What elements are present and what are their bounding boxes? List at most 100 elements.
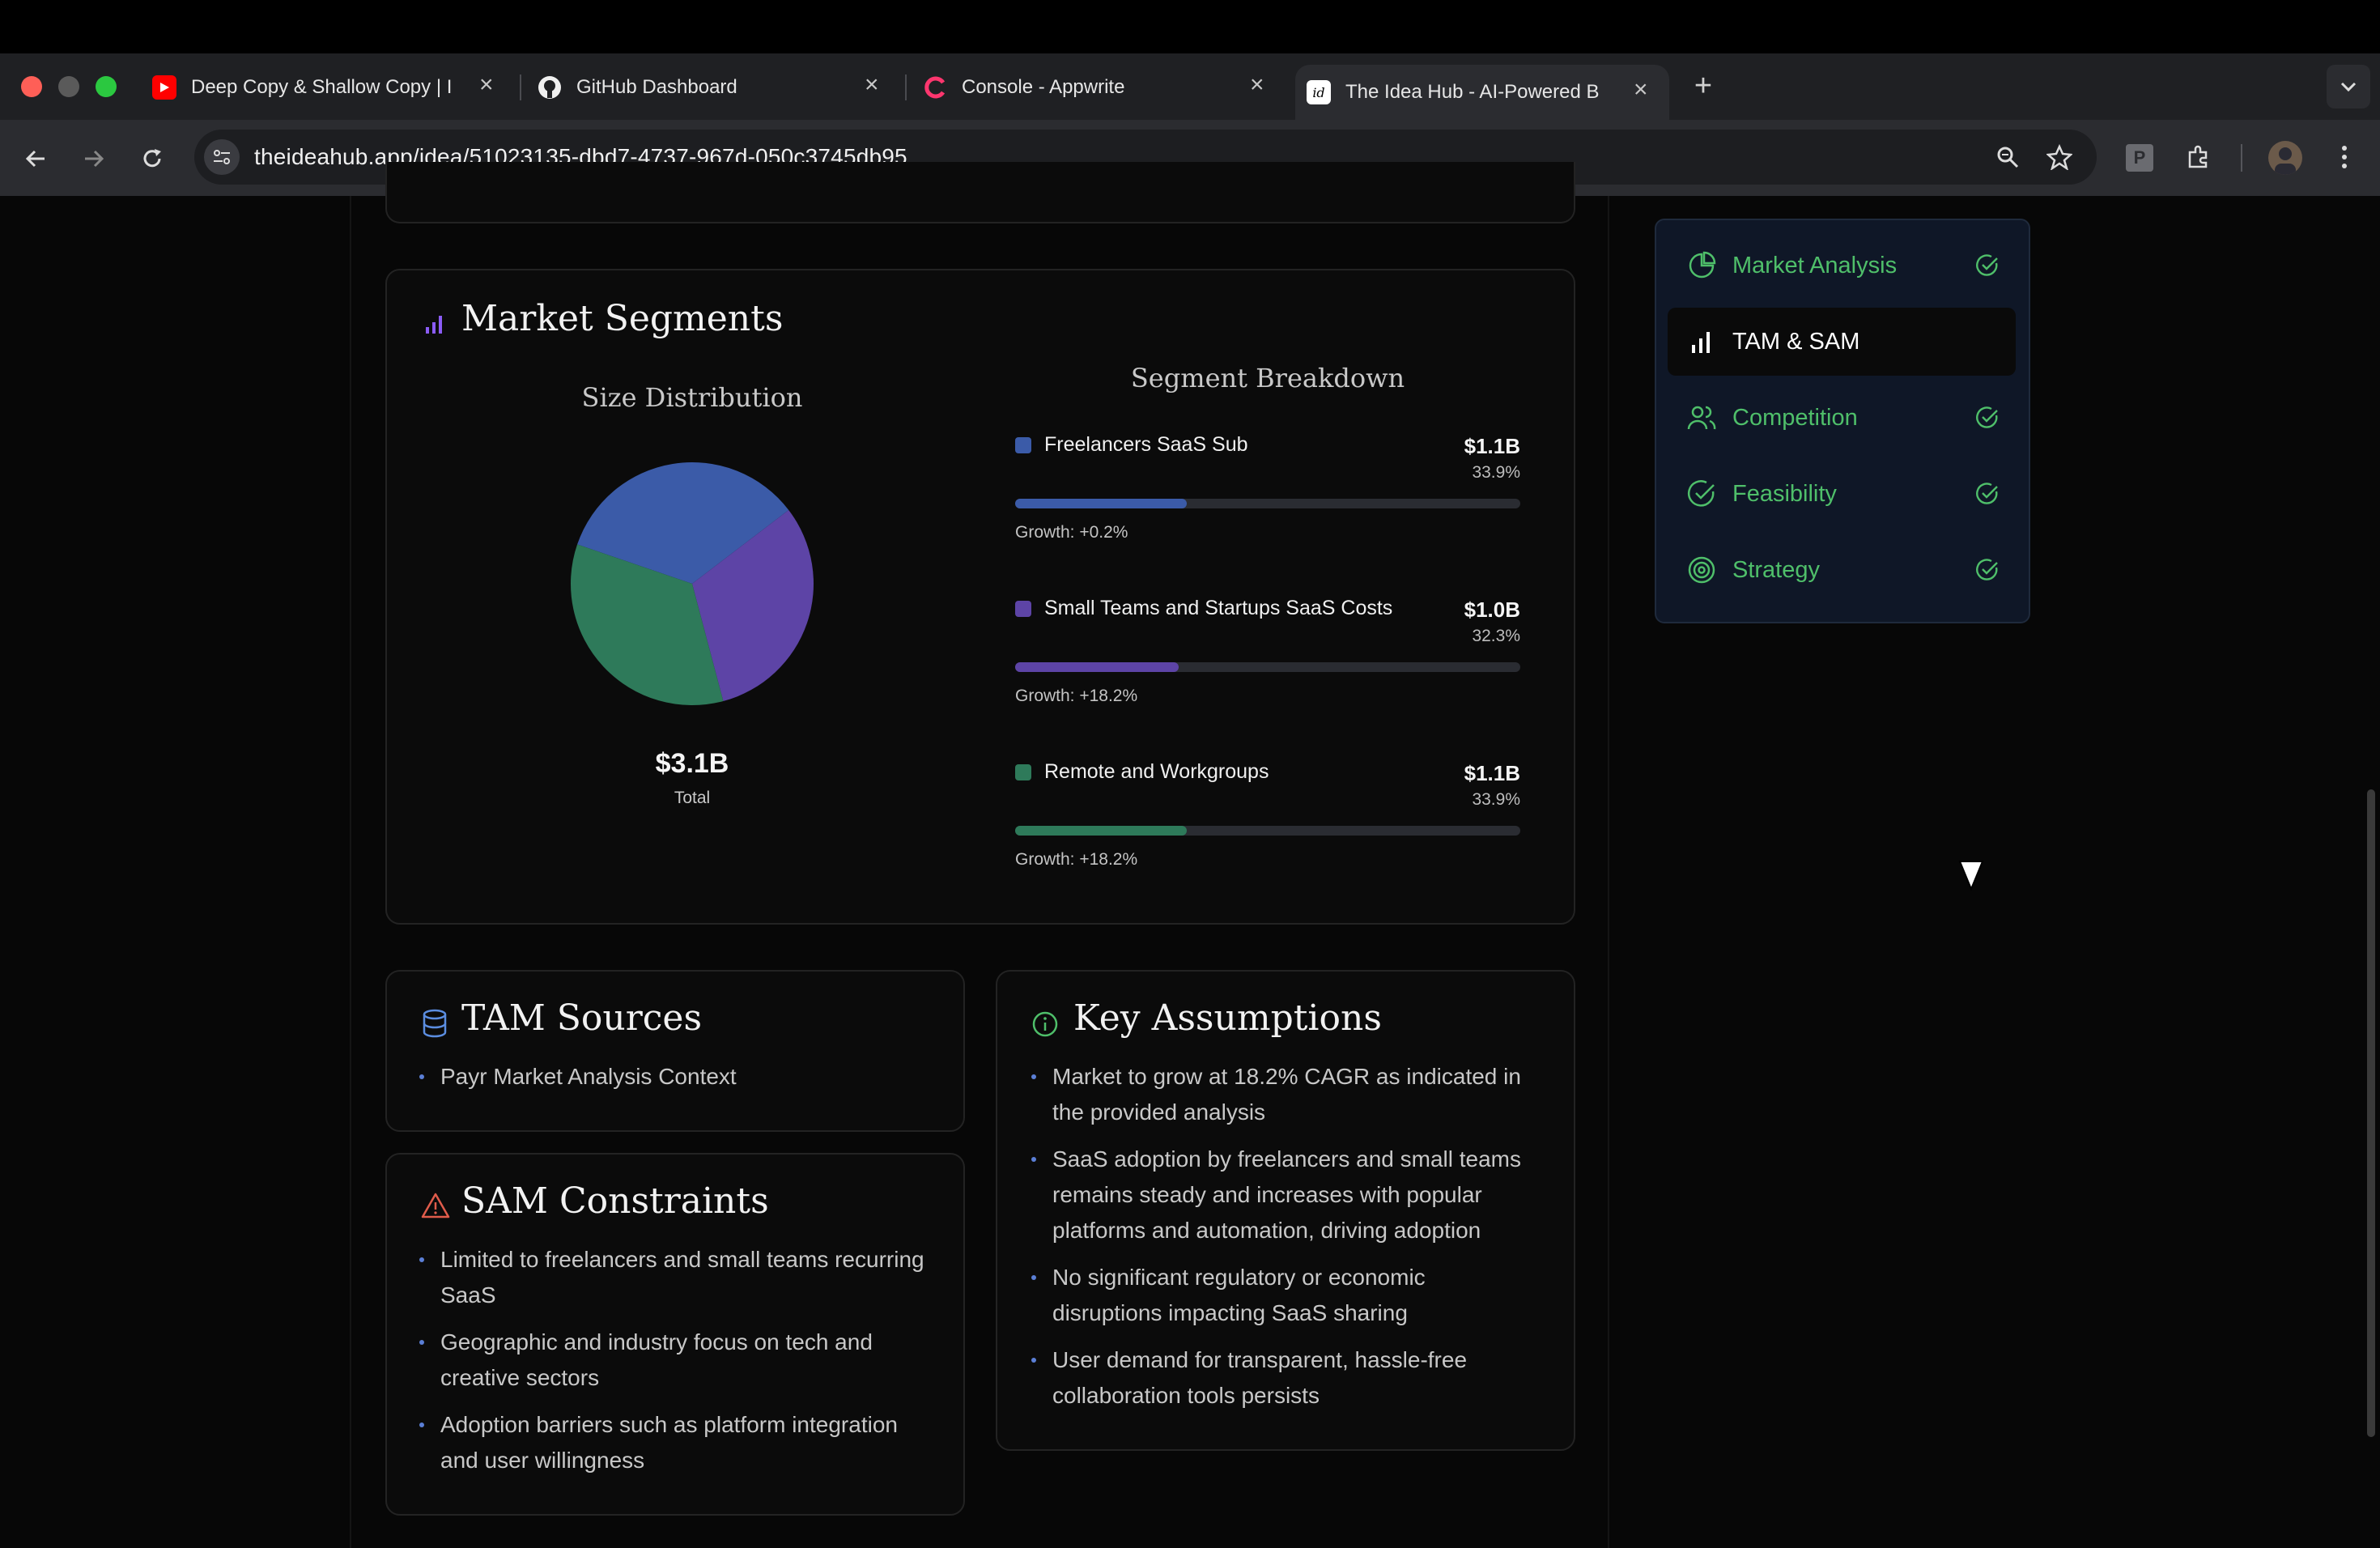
segment-color-dot	[1015, 437, 1031, 453]
list-item: Payr Market Analysis Context	[418, 1059, 936, 1095]
bookmark-star-icon[interactable]	[2043, 141, 2076, 173]
nav-item-market-analysis[interactable]: Market Analysis	[1668, 232, 2016, 300]
content-divider	[1608, 196, 1609, 1548]
nav-label: Feasibility	[1732, 480, 1837, 507]
nav-item-feasibility[interactable]: Feasibility	[1668, 460, 2016, 528]
previous-card	[385, 162, 1575, 223]
segment-bar	[1015, 662, 1520, 672]
segment-percent: 33.9%	[1472, 463, 1520, 482]
pie-chart-icon	[1689, 251, 1716, 279]
warning-triangle-icon	[421, 1192, 450, 1219]
tab-idea-hub[interactable]: id The Idea Hub - AI-Powered B ×	[1295, 65, 1669, 120]
list-item: Geographic and industry focus on tech an…	[418, 1325, 936, 1396]
back-icon[interactable]	[19, 142, 52, 175]
check-circle-icon	[1976, 559, 1998, 580]
nav-item-strategy[interactable]: Strategy	[1668, 536, 2016, 604]
close-tab-icon[interactable]: ×	[479, 71, 494, 99]
tab-title: Console - Appwrite	[962, 76, 1125, 98]
sam-constraints-title: SAM Constraints	[461, 1180, 769, 1222]
github-icon	[538, 75, 562, 100]
list-item: Limited to freelancers and small teams r…	[418, 1242, 936, 1313]
info-icon	[1031, 1010, 1059, 1038]
check-circle-icon	[1976, 254, 1998, 276]
maximize-window-button[interactable]	[96, 76, 117, 97]
check-circle-icon	[1976, 483, 1998, 504]
new-tab-icon[interactable]: +	[1687, 69, 1719, 103]
list-item: User demand for transparent, hassle-free…	[1030, 1342, 1532, 1414]
total-value: $3.1B	[655, 748, 729, 779]
segment-growth: Growth: +0.2%	[1015, 523, 1128, 542]
users-icon	[1687, 406, 1716, 430]
minimize-window-button[interactable]	[58, 76, 79, 97]
tab-title: The Idea Hub - AI-Powered B	[1345, 81, 1600, 103]
target-icon	[1688, 556, 1715, 584]
list-item: SaaS adoption by freelancers and small t…	[1030, 1142, 1532, 1248]
sam-constraints-list: Limited to freelancers and small teams r…	[418, 1242, 936, 1490]
window-top-bar	[0, 0, 2380, 53]
segment-color-dot	[1015, 764, 1031, 780]
size-distribution-label: Size Distribution	[581, 382, 803, 413]
zoom-icon[interactable]	[1991, 141, 2024, 173]
close-tab-icon[interactable]: ×	[1250, 71, 1264, 99]
extensions-puzzle-icon[interactable]	[2182, 141, 2215, 173]
close-tab-icon[interactable]: ×	[1634, 76, 1648, 104]
extension-p-icon[interactable]: P	[2126, 144, 2153, 172]
check-circle-icon	[1976, 406, 1998, 428]
market-segments-title: Market Segments	[461, 298, 784, 339]
nav-label: Strategy	[1732, 556, 1820, 583]
forward-icon[interactable]	[78, 142, 110, 175]
close-window-button[interactable]	[21, 76, 42, 97]
key-assumptions-title: Key Assumptions	[1073, 997, 1382, 1039]
tab-divider	[520, 74, 521, 100]
list-item: Adoption barriers such as platform integ…	[418, 1407, 936, 1478]
reload-icon[interactable]	[136, 142, 168, 175]
tab-appwrite[interactable]: Console - Appwrite ×	[923, 65, 1271, 110]
segment-value: $1.1B	[1464, 434, 1520, 458]
segment-name: Small Teams and Startups SaaS Costs	[1044, 597, 1393, 619]
segment-bar	[1015, 826, 1520, 836]
segment-name: Freelancers SaaS Sub	[1044, 433, 1248, 456]
segment-name: Remote and Workgroups	[1044, 760, 1269, 783]
idea-hub-icon: id	[1307, 80, 1331, 104]
tam-sources-list: Payr Market Analysis Context	[418, 1059, 936, 1106]
segment-value: $1.1B	[1464, 761, 1520, 785]
tam-sources-card	[385, 970, 965, 1132]
close-tab-icon[interactable]: ×	[865, 71, 879, 99]
tab-title: GitHub Dashboard	[576, 76, 737, 98]
database-icon	[421, 1009, 448, 1038]
bar-chart-icon	[1692, 332, 1710, 353]
segment-percent: 33.9%	[1472, 790, 1520, 809]
segment-bar-fill	[1015, 826, 1187, 836]
page-scrollbar[interactable]	[2367, 789, 2375, 1437]
segment-percent: 32.3%	[1472, 627, 1520, 645]
tab-search-icon[interactable]	[2327, 65, 2370, 108]
check-circle-icon	[1688, 480, 1715, 507]
profile-avatar-icon[interactable]	[2268, 141, 2302, 175]
key-assumptions-list: Market to grow at 18.2% CAGR as indicate…	[1030, 1059, 1532, 1425]
nav-item-tam-sam[interactable]: TAM & SAM	[1668, 308, 2016, 376]
nav-item-competition[interactable]: Competition	[1668, 384, 2016, 452]
segment-growth: Growth: +18.2%	[1015, 850, 1138, 869]
segment-bar-fill	[1015, 499, 1187, 508]
tam-sources-title: TAM Sources	[461, 997, 703, 1039]
segment-bar	[1015, 499, 1520, 508]
tab-divider	[905, 74, 907, 100]
mouse-cursor-icon	[1957, 860, 1985, 892]
list-item: Market to grow at 18.2% CAGR as indicate…	[1030, 1059, 1532, 1130]
tab-title: Deep Copy & Shallow Copy | I	[191, 76, 453, 98]
list-item: No significant regulatory or economic di…	[1030, 1260, 1532, 1331]
toolbar-divider	[2241, 144, 2242, 172]
content-divider	[350, 196, 351, 1548]
size-distribution-pie-chart	[571, 462, 814, 705]
segment-growth: Growth: +18.2%	[1015, 687, 1138, 705]
segment-bar-fill	[1015, 662, 1179, 672]
nav-label: TAM & SAM	[1732, 328, 1860, 355]
segment-color-dot	[1015, 601, 1031, 617]
site-settings-icon[interactable]	[204, 139, 240, 175]
tab-github[interactable]: GitHub Dashboard ×	[538, 65, 886, 110]
bar-chart-icon	[424, 311, 445, 335]
menu-kebab-icon[interactable]	[2328, 141, 2361, 173]
nav-label: Competition	[1732, 404, 1858, 431]
nav-label: Market Analysis	[1732, 252, 1898, 279]
tab-deep-copy[interactable]: Deep Copy & Shallow Copy | I ×	[152, 65, 500, 110]
